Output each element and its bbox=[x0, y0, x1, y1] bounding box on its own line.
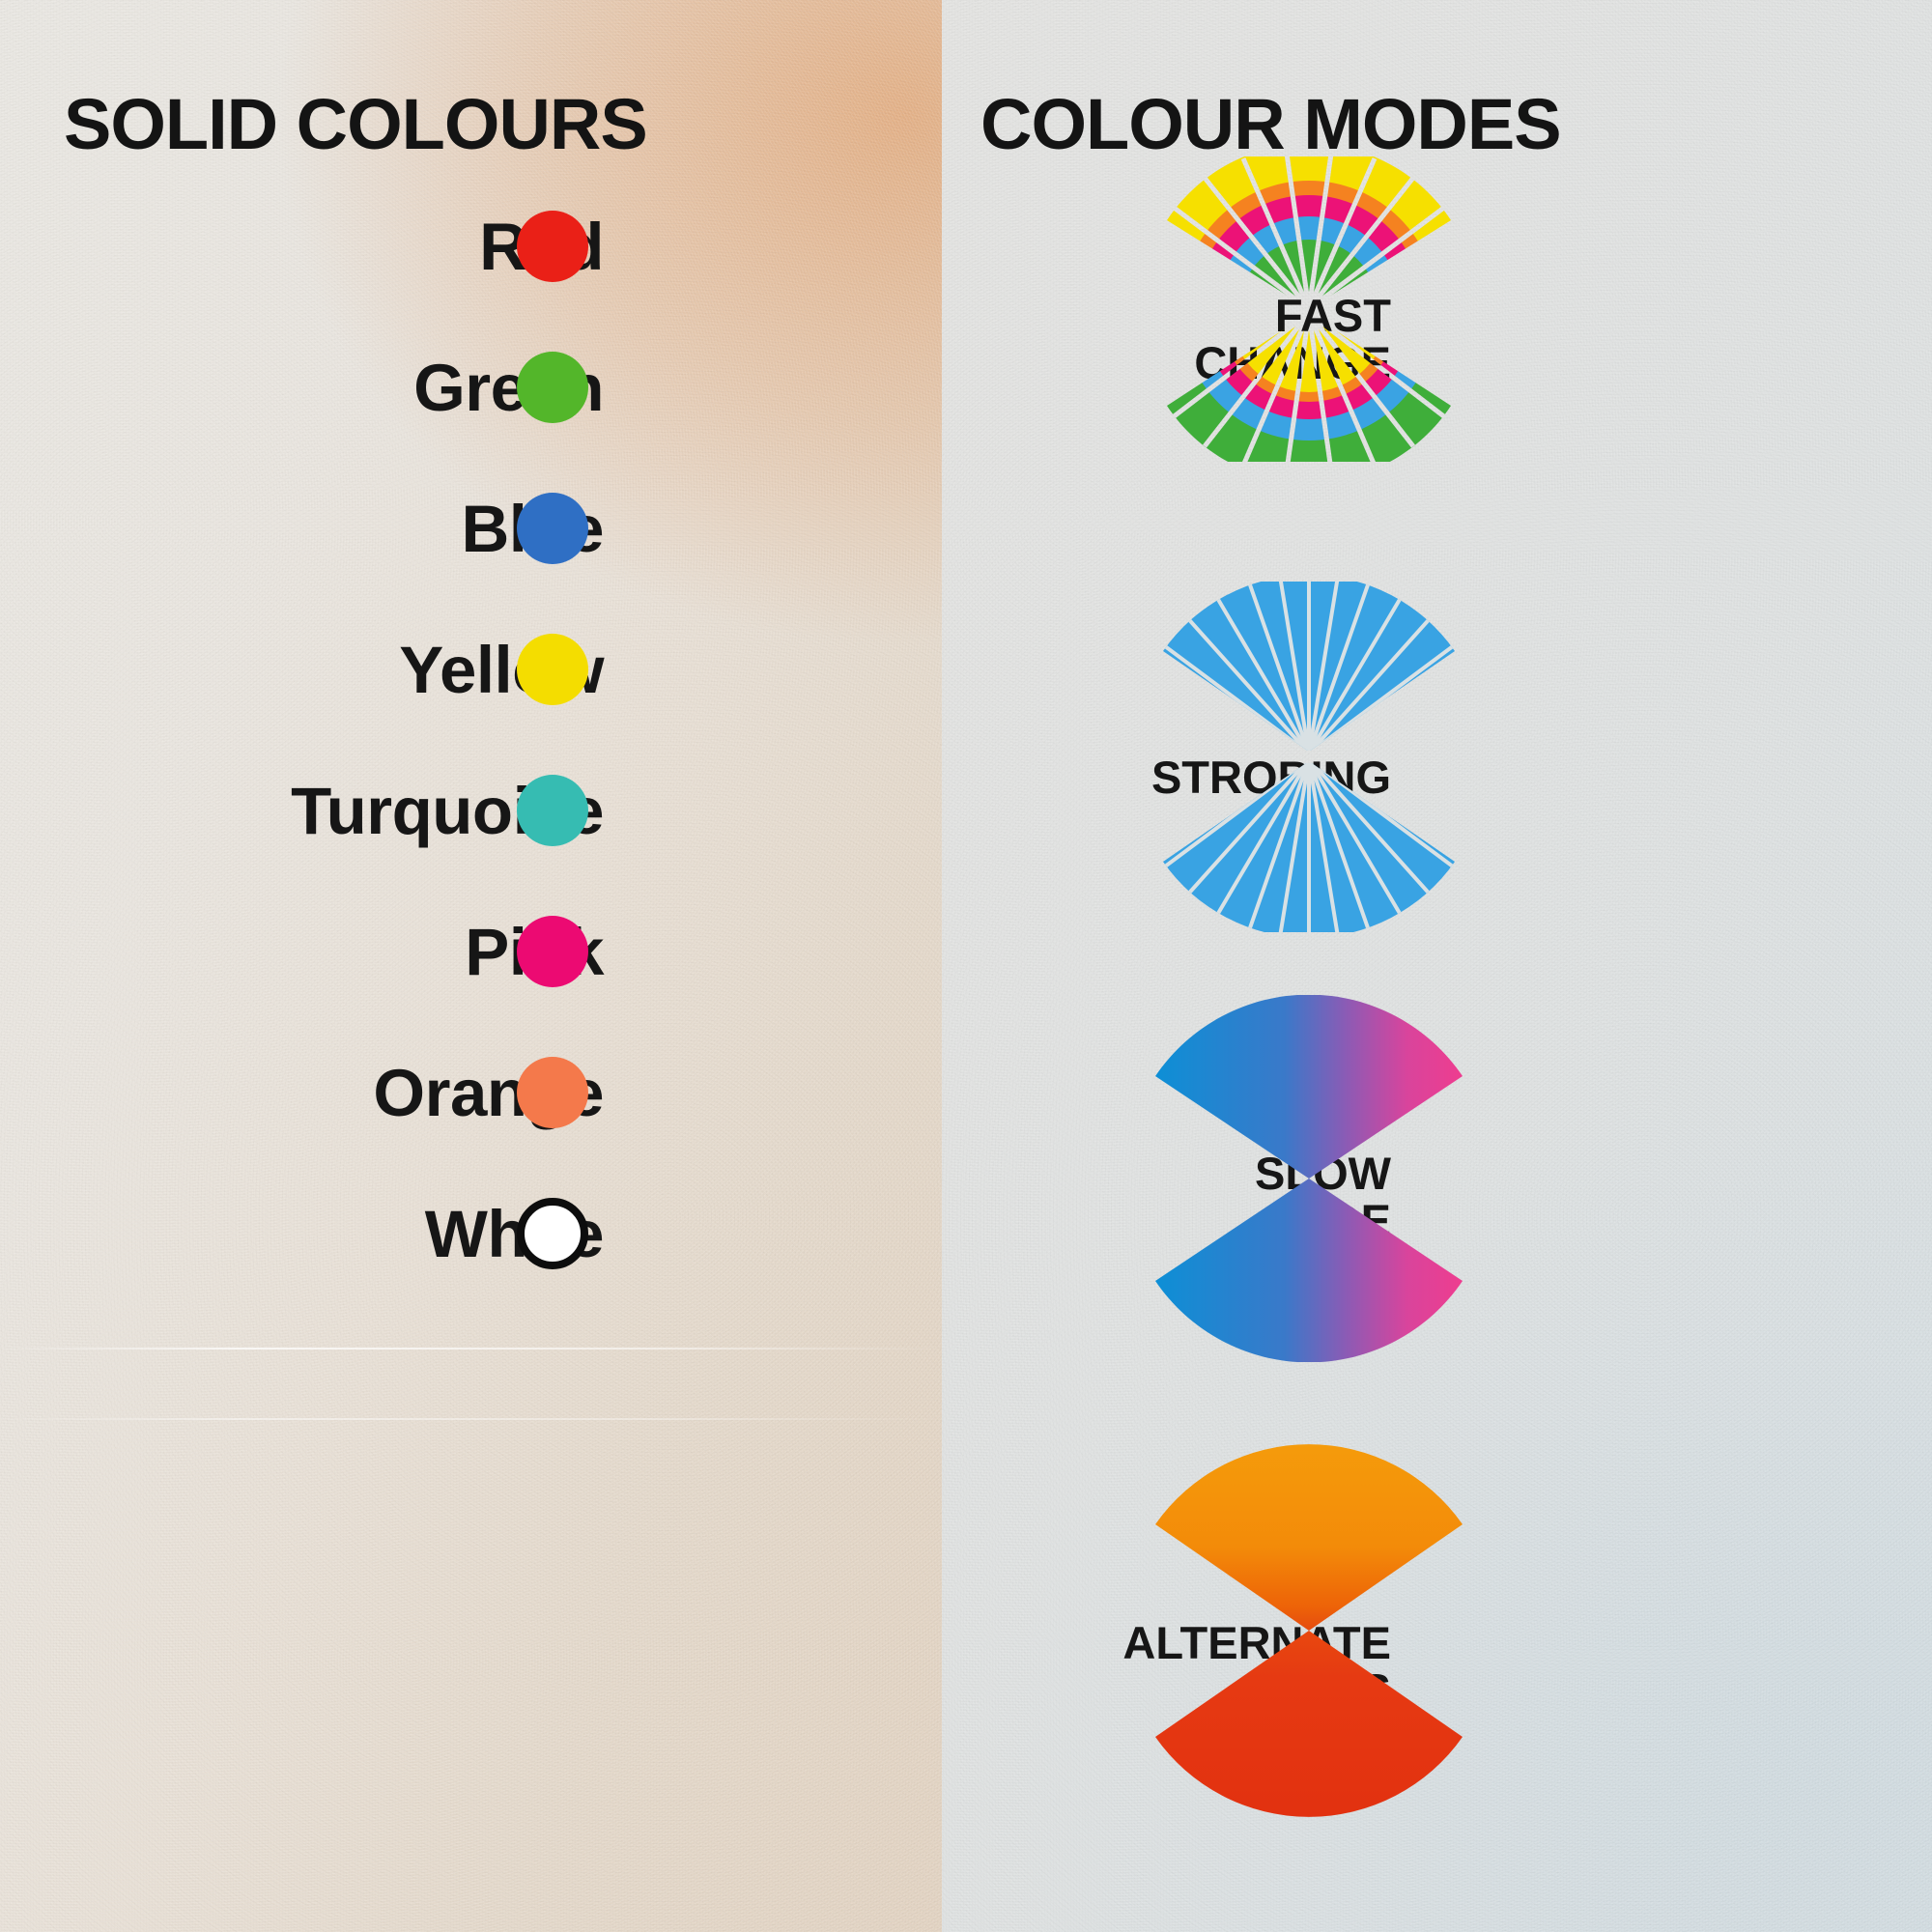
colour-row[interactable]: Green bbox=[0, 317, 942, 458]
colour-swatch-yellow bbox=[517, 634, 588, 705]
slow-fade-bowtie-icon bbox=[1140, 995, 1478, 1362]
colour-row[interactable]: Yellow bbox=[0, 599, 942, 740]
solid-colours-list: Red Green Blue Yellow Turquoise Pink bbox=[0, 176, 942, 1304]
solid-colours-heading: SOLID COLOURS bbox=[64, 83, 648, 164]
colour-swatch-white bbox=[517, 1198, 588, 1269]
colour-modes-panel: COLOUR MODES FAST CHANGE bbox=[942, 0, 1932, 1932]
colour-row[interactable]: Turquoise bbox=[0, 740, 942, 881]
colour-swatch-pink bbox=[517, 916, 588, 987]
paper-crease bbox=[0, 1348, 942, 1350]
colour-modes-list: FAST CHANGE bbox=[942, 145, 1932, 1903]
mode-block-strobing[interactable]: STROBING bbox=[942, 560, 1932, 995]
colour-guide-page: SOLID COLOURS Red Green Blue Yellow Turq… bbox=[0, 0, 1932, 1932]
colour-swatch-turquoise bbox=[517, 775, 588, 846]
colour-row[interactable]: Orange bbox=[0, 1022, 942, 1163]
mode-block-slow-fade[interactable]: SLOW FADE bbox=[942, 995, 1932, 1449]
colour-row[interactable]: White bbox=[0, 1163, 942, 1304]
mode-block-alternate-ends[interactable]: ALTERNATE ENDS bbox=[942, 1444, 1932, 1903]
colour-row[interactable]: Pink bbox=[0, 881, 942, 1022]
alternate-ends-bowtie-icon bbox=[1140, 1441, 1478, 1818]
solid-colours-panel: SOLID COLOURS Red Green Blue Yellow Turq… bbox=[0, 0, 942, 1932]
fast-change-fan-up-icon bbox=[1150, 156, 1468, 311]
strobing-fan-down-icon bbox=[1150, 763, 1468, 932]
mode-block-fast-change[interactable]: FAST CHANGE bbox=[942, 145, 1932, 560]
colour-swatch-red bbox=[517, 211, 588, 282]
paper-crease bbox=[0, 1418, 942, 1420]
strobing-fan-up-icon bbox=[1150, 582, 1468, 751]
colour-swatch-green bbox=[517, 352, 588, 423]
colour-swatch-blue bbox=[517, 493, 588, 564]
colour-swatch-orange bbox=[517, 1057, 588, 1128]
colour-row[interactable]: Blue bbox=[0, 458, 942, 599]
colour-row[interactable]: Red bbox=[0, 176, 942, 317]
fast-change-fan-down-icon bbox=[1150, 317, 1468, 462]
